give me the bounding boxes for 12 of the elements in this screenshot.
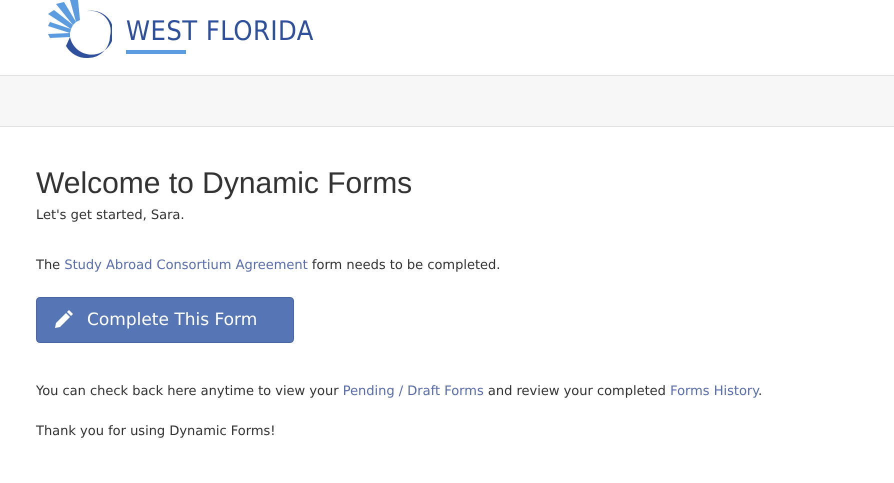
logo-text: WEST FLORIDA [126, 17, 314, 47]
greeting-text: Let's get started, Sara. [36, 207, 186, 225]
page-link[interactable]: Pending / Draft Forms [342, 384, 484, 399]
pencil-icon [53, 310, 73, 330]
page-link[interactable]: Forms History [670, 384, 758, 399]
page-heading: Welcome to Dynamic Forms [36, 167, 414, 201]
notice-text: The Study Abroad Consortium Agreement form needs to be completed. [36, 257, 502, 275]
complete-form-button[interactable]: Complete This Form [36, 297, 294, 343]
logo-underline [126, 50, 186, 54]
thanks-text: Thank you for using Dynamic Forms! [36, 423, 277, 441]
form-link[interactable]: Study Abroad Consortium Agreement [64, 258, 308, 273]
info-text: You can check back here anytime to view your Pending / Draft Forms and review your completed Forms History. [36, 383, 764, 401]
